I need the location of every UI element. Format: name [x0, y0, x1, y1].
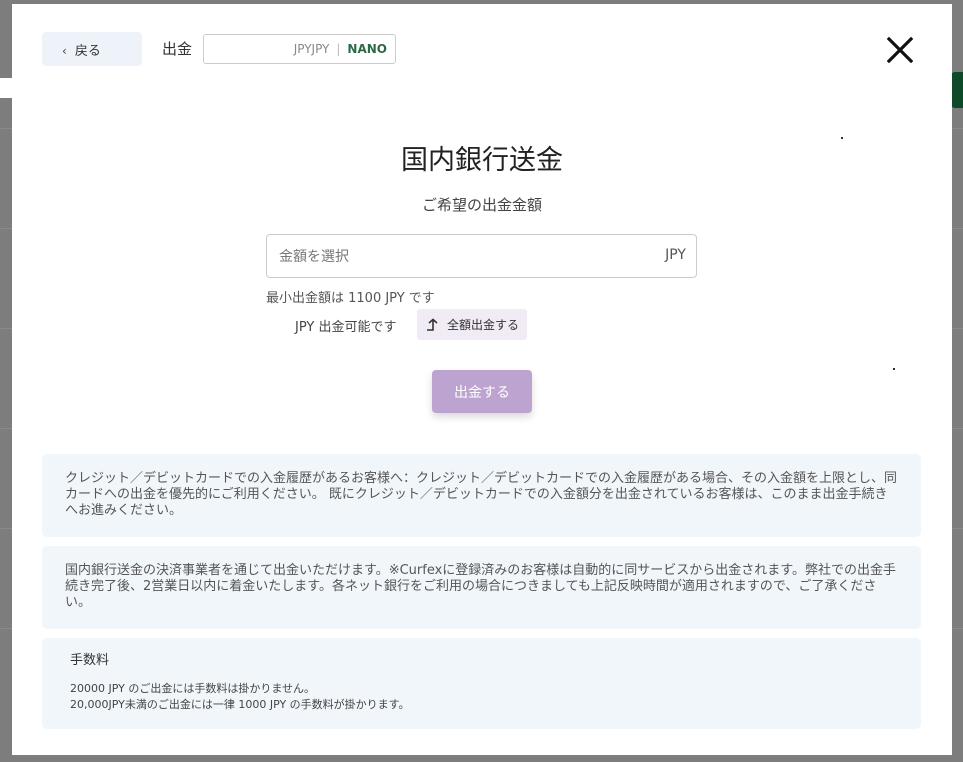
background-element: [0, 78, 12, 98]
bank-notice-text: 国内銀行送金の決済事業者を通じて出金いただけます。※Curfexに登録済みのお客…: [65, 563, 896, 610]
fee-title: 手数料: [70, 653, 110, 668]
background-button: [951, 72, 963, 108]
currency-code: JPYJPY: [293, 42, 330, 56]
bank-notice-box: 国内銀行送金の決済事業者を通じて出金いただけます。※Curfexに登録済みのお客…: [42, 546, 921, 629]
network-name: NANO: [347, 42, 387, 56]
amount-unit: JPY: [665, 247, 686, 263]
fee-line: 20,000JPY未満のご出金には一律 1000 JPY の手数料が掛かります。: [70, 698, 410, 711]
arrow-up-icon: [426, 317, 438, 331]
currency-selector[interactable]: JPYJPY | NANO: [203, 34, 396, 64]
close-icon: [886, 36, 914, 64]
back-button-label: 戻る: [74, 43, 101, 59]
minimum-withdraw-note: 最小出金額は 1100 JPY です: [266, 291, 435, 306]
withdraw-all-button[interactable]: 全額出金する: [417, 309, 527, 340]
withdraw-all-label: 全額出金する: [446, 318, 519, 332]
currency-separator: |: [336, 42, 341, 56]
available-balance-text: JPY 出金可能です: [295, 320, 397, 335]
fee-box: 手数料 20000 JPY のご出金には手数料は掛かりません。 20,000JP…: [42, 638, 921, 729]
card-notice-text: クレジット／デビットカードでの入金履歴があるお客様へ：クレジット／デビットカード…: [65, 471, 898, 518]
back-button[interactable]: ‹ 戻る: [42, 32, 142, 66]
card-notice-box: クレジット／デビットカードでの入金履歴があるお客様へ：クレジット／デビットカード…: [42, 454, 921, 537]
page-title: 国内銀行送金: [401, 145, 563, 176]
close-button[interactable]: [884, 34, 916, 66]
amount-field[interactable]: JPY: [266, 234, 697, 279]
amount-input[interactable]: [277, 235, 641, 279]
submit-withdraw-button[interactable]: 出金する: [432, 370, 532, 413]
stray-dot: [893, 368, 895, 370]
amount-heading: ご希望の出金金額: [421, 196, 542, 214]
section-label: 出金: [162, 40, 193, 58]
fee-line: 20000 JPY のご出金には手数料は掛かりません。: [70, 682, 316, 695]
chevron-left-icon: ‹: [62, 43, 67, 58]
withdraw-modal: ‹ 戻る 出金 JPYJPY | NANO 国内銀行送金 ご希望の出金金額 JPY…: [12, 4, 952, 755]
